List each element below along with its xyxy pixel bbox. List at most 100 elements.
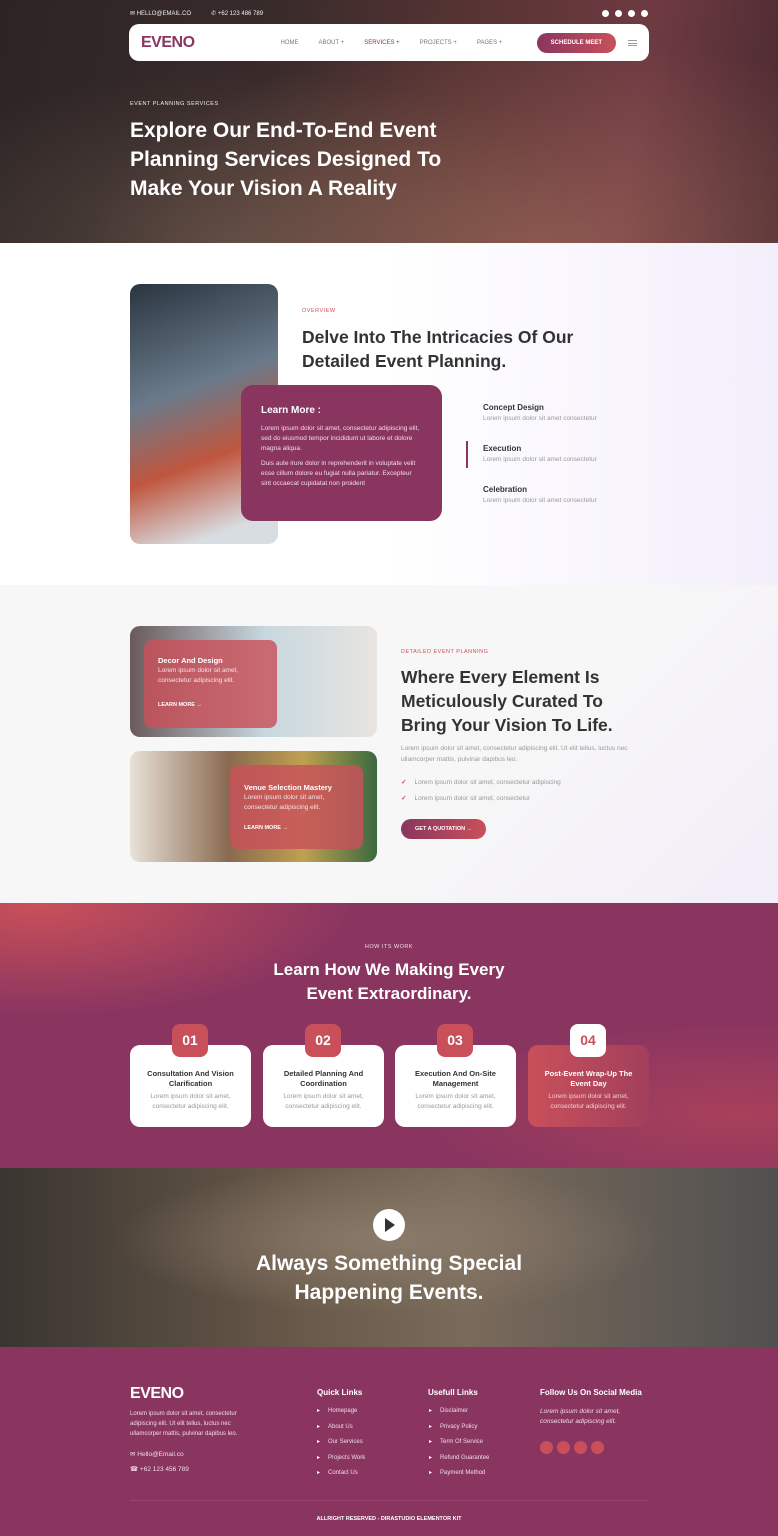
useful-links-list: Disclaimer Privacy Policy Term Of Service R… bbox=[429, 1407, 489, 1485]
navbar: EVENO HOME ABOUT + SERVICES + PROJECTS +… bbox=[129, 24, 649, 61]
step-text: Lorem ipsum dolor sit amet, consectetur … bbox=[415, 1093, 496, 1110]
learn-more-p2: Duis aute irure dolor in reprehenderit i… bbox=[261, 460, 416, 487]
quick-links-list: Homepage About Us Our Services Projects Wor… bbox=[317, 1407, 365, 1485]
top-bar: ✉ HELLO@EMAIL.CO ✆ +62 123 486 789 bbox=[130, 8, 648, 18]
schedule-meet-button[interactable]: SCHEDULE MEET bbox=[536, 32, 616, 53]
feature-execution[interactable]: Execution Lorem ipsum dolor sit amet cons… bbox=[483, 444, 597, 463]
quick-links-title: Quick Links bbox=[317, 1388, 363, 1397]
step-title: Execution And On-Site Management bbox=[415, 1069, 496, 1088]
footer: EVENO Lorem ipsum dolor sit amet, consec… bbox=[0, 1347, 778, 1536]
nav-home[interactable]: HOME bbox=[281, 40, 299, 46]
how-it-works-section: HOW ITS WORK Learn How We Making Every E… bbox=[0, 903, 778, 1168]
play-icon[interactable] bbox=[373, 1209, 405, 1241]
pinterest-icon[interactable] bbox=[641, 9, 648, 17]
footer-link[interactable]: Homepage bbox=[317, 1407, 365, 1414]
learn-more-p1: Lorem ipsum dolor sit amet, consectetur … bbox=[261, 425, 420, 452]
phone-contact[interactable]: ✆ +62 123 486 789 bbox=[211, 10, 263, 17]
video-title-text: Always Something Special Happening Event… bbox=[255, 1252, 523, 1304]
twitter-icon[interactable] bbox=[615, 9, 622, 17]
footer-social bbox=[540, 1441, 608, 1459]
learn-more-link[interactable]: LEARN MORE → bbox=[244, 823, 349, 833]
nav-projects[interactable]: PROJECTS + bbox=[420, 40, 457, 46]
decor-overlay: Decor And Design Lorem ipsum dolor sit a… bbox=[144, 640, 277, 728]
feature-title: Execution bbox=[483, 444, 522, 453]
step-card: Consultation And Vision Clarification Lor… bbox=[130, 1045, 251, 1127]
active-indicator bbox=[466, 441, 468, 468]
step-card: Execution And On-Site Management Lorem ip… bbox=[395, 1045, 516, 1127]
step-number: 03 bbox=[437, 1024, 473, 1057]
feature-title: Concept Design bbox=[483, 403, 544, 412]
video-title: Always Something Special Happening Event… bbox=[0, 1249, 778, 1307]
facebook-icon[interactable] bbox=[540, 1441, 553, 1454]
footer-link[interactable]: Projects Work bbox=[317, 1454, 365, 1461]
step-number: 04 bbox=[570, 1024, 606, 1057]
get-quotation-button[interactable]: GET A QUOTATION → bbox=[401, 819, 487, 839]
venue-overlay: Venue Selection Mastery Lorem ipsum dolo… bbox=[230, 765, 363, 849]
footer-link[interactable]: Term Of Service bbox=[429, 1438, 489, 1445]
check-item: ✓ Lorem ipsum dolor sit amet, consectetur… bbox=[401, 778, 561, 786]
step-title: Detailed Planning And Coordination bbox=[283, 1069, 364, 1088]
footer-link[interactable]: Contact Us bbox=[317, 1469, 365, 1476]
nav-pages[interactable]: PAGES + bbox=[477, 40, 502, 46]
step-text: Lorem ipsum dolor sit amet, consectetur … bbox=[150, 1093, 231, 1110]
phone-text: +62 123 486 789 bbox=[217, 10, 264, 17]
step-number: 01 bbox=[172, 1024, 208, 1057]
detailed-planning-section: Decor And Design Lorem ipsum dolor sit a… bbox=[0, 585, 778, 903]
footer-link[interactable]: Payment Method bbox=[429, 1469, 489, 1476]
learn-more-link[interactable]: LEARN MORE → bbox=[158, 700, 263, 710]
check-icon: ✓ bbox=[401, 779, 407, 786]
email-text: HELLO@EMAIL.CO bbox=[136, 10, 192, 17]
pinterest-icon[interactable] bbox=[591, 1441, 604, 1454]
step-number: 02 bbox=[305, 1024, 341, 1057]
footer-link[interactable]: About Us bbox=[317, 1423, 365, 1430]
nav-services[interactable]: SERVICES + bbox=[364, 40, 399, 46]
footer-link[interactable]: Our Services bbox=[317, 1438, 365, 1445]
hero-section: ✉ HELLO@EMAIL.CO ✆ +62 123 486 789 EVENO… bbox=[0, 0, 778, 243]
youtube-icon[interactable] bbox=[574, 1441, 587, 1454]
how-title-text: Learn How We Making Every Event Extraord… bbox=[273, 960, 505, 1003]
footer-email[interactable]: ✉ Hello@Email.co bbox=[130, 1450, 184, 1458]
twitter-icon[interactable] bbox=[557, 1441, 570, 1454]
email-contact[interactable]: ✉ HELLO@EMAIL.CO bbox=[130, 10, 191, 17]
nav-about[interactable]: ABOUT + bbox=[319, 40, 345, 46]
card-title: Decor And Design bbox=[158, 656, 223, 665]
footer-link[interactable]: Refund Guarantee bbox=[429, 1454, 489, 1461]
overview-eyebrow: OVERVIEW bbox=[302, 308, 336, 314]
decor-card: Decor And Design Lorem ipsum dolor sit a… bbox=[130, 626, 377, 737]
feature-concept-design[interactable]: Concept Design Lorem ipsum dolor sit amet… bbox=[483, 403, 597, 422]
step-text: Lorem ipsum dolor sit amet, consectetur … bbox=[548, 1093, 629, 1110]
check-text: Lorem ipsum dolor sit amet, consectetur bbox=[414, 795, 531, 802]
how-eyebrow: HOW ITS WORK bbox=[364, 944, 414, 950]
step-card: Detailed Planning And Coordination Lorem … bbox=[263, 1045, 384, 1127]
card-text: Lorem ipsum dolor sit amet, consectetur … bbox=[158, 667, 239, 684]
copyright: ALLRIGHT RESERVED - DIRASTUDIO ELEMENTOR… bbox=[316, 1516, 462, 1522]
how-title: Learn How We Making Every Event Extraord… bbox=[0, 958, 778, 1006]
facebook-icon[interactable] bbox=[602, 9, 609, 17]
feature-celebration[interactable]: Celebration Lorem ipsum dolor sit amet co… bbox=[483, 485, 597, 504]
learn-more-card: Learn More : Lorem ipsum dolor sit amet,… bbox=[241, 385, 442, 521]
footer-link[interactable]: Disclaimer bbox=[429, 1407, 489, 1414]
step-card: Post-Event Wrap-Up The Event Day Lorem ip… bbox=[528, 1045, 649, 1127]
feature-title: Celebration bbox=[483, 485, 528, 494]
check-icon: ✓ bbox=[401, 795, 407, 802]
logo[interactable]: EVENO bbox=[141, 34, 195, 52]
step-text: Lorem ipsum dolor sit amet, consectetur … bbox=[283, 1093, 364, 1110]
step-title: Consultation And Vision Clarification bbox=[147, 1069, 234, 1088]
footer-logo[interactable]: EVENO bbox=[130, 1385, 184, 1403]
check-text: Lorem ipsum dolor sit amet, consectetur … bbox=[414, 779, 561, 786]
card-title: Venue Selection Mastery bbox=[244, 783, 332, 792]
detailed-eyebrow: DETAILED EVENT PLANNING bbox=[401, 649, 489, 655]
youtube-icon[interactable] bbox=[628, 9, 635, 17]
overview-section: Learn More : Lorem ipsum dolor sit amet,… bbox=[0, 243, 778, 585]
step-title: Post-Event Wrap-Up The Event Day bbox=[544, 1069, 633, 1088]
video-section: Always Something Special Happening Event… bbox=[0, 1168, 778, 1347]
footer-phone[interactable]: ☎ +62 123 456 789 bbox=[130, 1465, 189, 1473]
footer-link[interactable]: Privacy Policy bbox=[429, 1423, 489, 1430]
hero-eyebrow: EVENT PLANNING SERVICES bbox=[130, 101, 219, 107]
footer-divider bbox=[130, 1500, 648, 1501]
social-text: Lorem ipsum dolor sit amet, consectetur … bbox=[540, 1408, 621, 1425]
footer-about: Lorem ipsum dolor sit amet, consectetur … bbox=[130, 1411, 238, 1437]
learn-more-title: Learn More : bbox=[261, 405, 322, 416]
footer-email-text: Hello@Email.co bbox=[137, 1451, 184, 1458]
hamburger-menu-icon[interactable] bbox=[628, 39, 637, 46]
